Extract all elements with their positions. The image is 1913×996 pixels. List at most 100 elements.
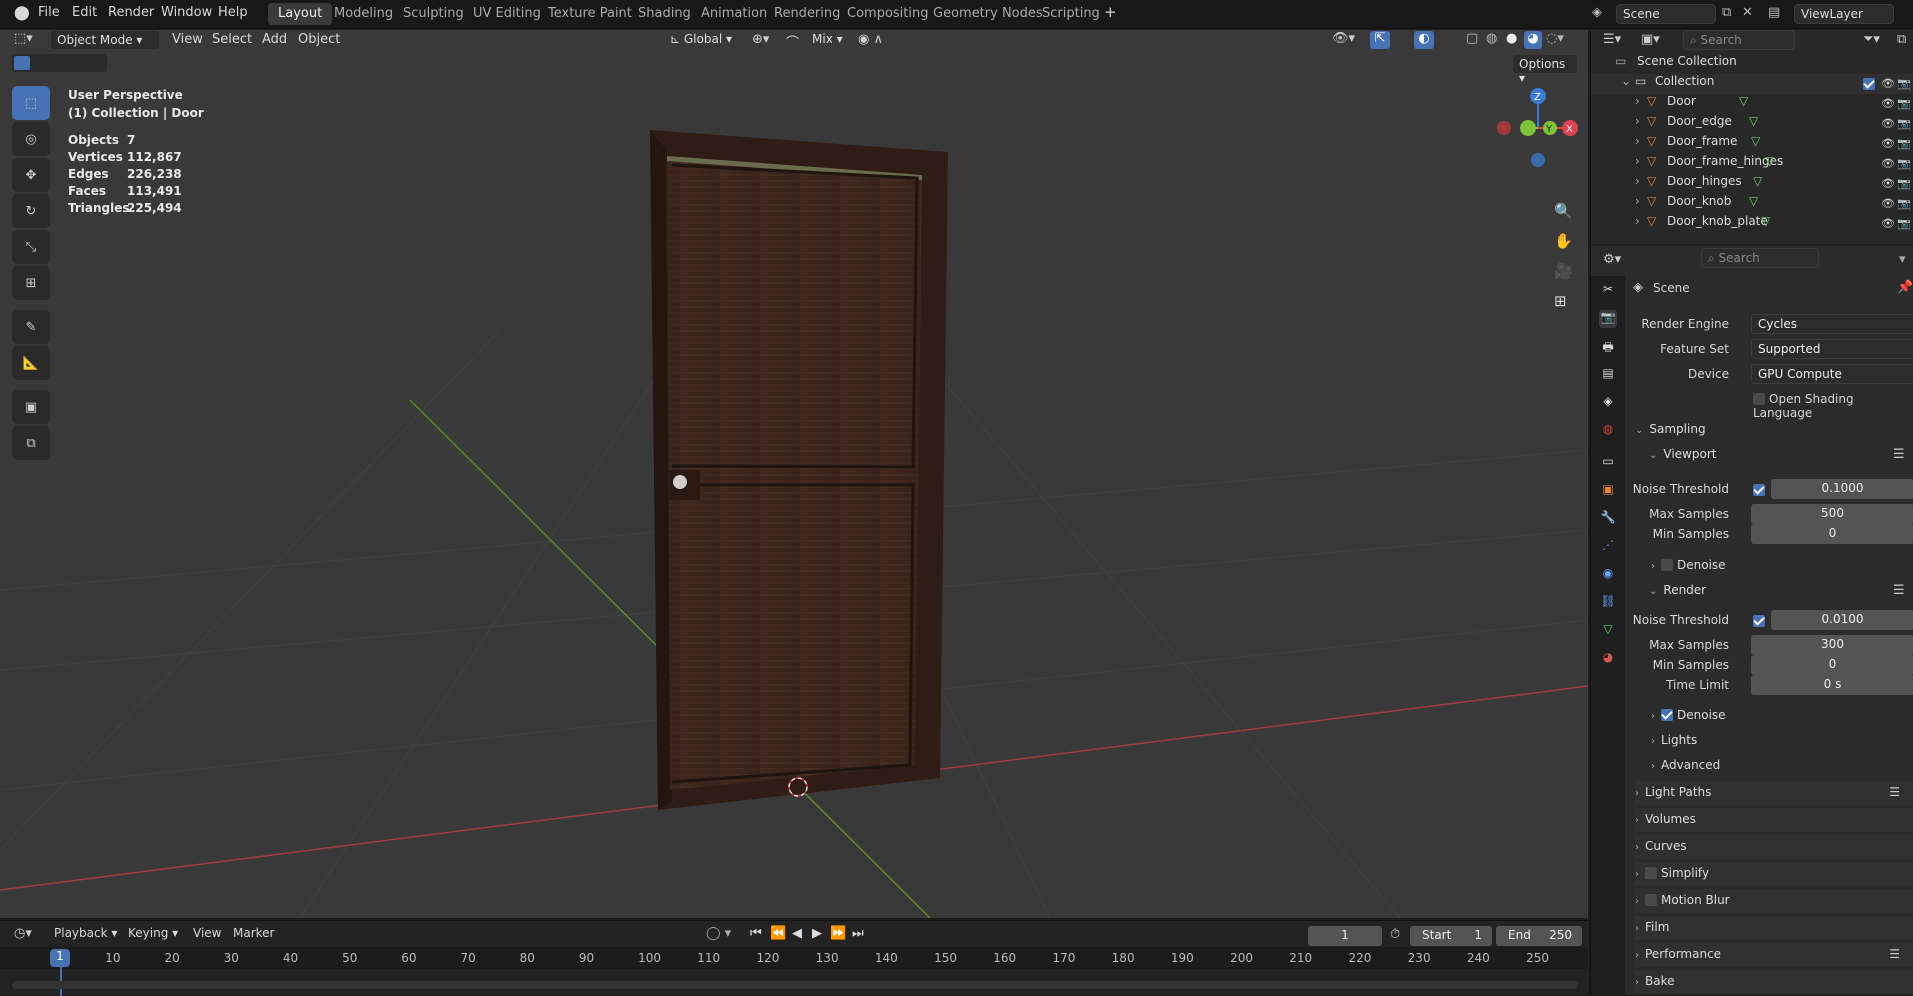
expand-icon[interactable]: › [1635,154,1640,168]
measure-tool-icon[interactable]: 📐 [12,346,50,380]
start-frame-field[interactable]: Start 1 [1410,926,1492,946]
viewport-menu-view[interactable]: View [172,32,203,47]
panel-bake[interactable]: › Bake [1635,970,1913,994]
viewport-menu-select[interactable]: Select [212,32,252,47]
play-reverse-icon[interactable]: ◀ [792,926,802,941]
mesh-data-icon[interactable]: ▽ [1739,94,1748,108]
eye-icon[interactable]: 👁 [1881,197,1895,210]
outliner-item[interactable]: › ▽ Door ▽ 👁 📷 [1591,94,1913,114]
scene-name-field[interactable]: Scene [1616,4,1716,24]
properties-editor-type-icon[interactable]: ⚙▾ [1603,252,1621,267]
subpanel-viewport[interactable]: ⌄ Viewport [1649,443,1913,467]
transform-orientation-dropdown[interactable]: ⊾ Global ▾ [664,30,744,50]
outliner-search-input[interactable]: ⌕ Search [1683,30,1795,50]
panel-volumes[interactable]: › Volumes [1635,808,1913,832]
timeline-scrollbar[interactable] [12,981,1578,989]
timeline-menu-marker[interactable]: Marker [233,926,274,940]
viewport-menu-object[interactable]: Object [298,32,340,47]
add-workspace-button[interactable]: + [1104,3,1117,21]
mesh-data-icon[interactable]: ▽ [1749,194,1758,208]
timeline-menu-playback[interactable]: Playback ▾ [54,926,117,940]
tab-sculpting[interactable]: Sculpting [393,3,474,25]
menu-help[interactable]: Help [218,5,248,20]
wireframe-shading-icon[interactable]: ◍ [1486,31,1497,46]
time-limit-field[interactable]: 0 s [1751,675,1913,695]
viewport-noise-field[interactable]: 0.1000 [1771,479,1913,499]
expand-icon[interactable]: › [1635,134,1640,148]
eye-icon[interactable]: 👁 [1881,137,1895,150]
solid-shading-icon[interactable]: ● [1506,31,1517,46]
filter-icon[interactable]: ⏷▾ [1863,32,1880,47]
panel-simplify[interactable]: › Simplify [1635,862,1913,886]
material-shading-icon[interactable]: ◕ [1524,31,1542,49]
collection-tab-icon[interactable]: ▭ [1599,454,1617,472]
gizmo-toggle-icon[interactable]: ⇱ [1370,31,1390,49]
menu-file[interactable]: File [38,5,60,20]
feature-set-dropdown[interactable]: Supported [1751,339,1913,359]
door-object[interactable] [650,130,948,810]
snap-mode-dropdown[interactable]: Mix ▾ [806,30,850,50]
outliner-item[interactable]: › ▽ Door_knob ▽ 👁 📷 [1591,194,1913,214]
viewport-min-samples-field[interactable]: 0 [1751,524,1913,544]
menu-window[interactable]: Window [161,5,212,20]
modifier-tab-icon[interactable]: 🔧 [1599,510,1617,528]
render-noise-field[interactable]: 0.0100 [1771,610,1913,630]
scene-selector-icon[interactable]: ◈ [1592,5,1602,20]
subpanel-render-denoise[interactable]: › Denoise [1651,704,1913,728]
next-keyframe-icon[interactable]: ⏩ [830,926,846,941]
visibility-icon[interactable]: 👁▾ [1332,31,1355,46]
camera-view-icon[interactable]: 🎥 [1554,262,1573,280]
timeline-menu-view[interactable]: View [193,926,221,940]
device-dropdown[interactable]: GPU Compute [1751,364,1913,384]
door-knob[interactable] [673,475,687,489]
panel-motion-blur[interactable]: › Motion Blur [1635,889,1913,913]
constraints-tab-icon[interactable]: ⛓ [1599,594,1617,612]
tab-modeling[interactable]: Modeling [324,3,403,25]
material-tab-icon[interactable]: ◕ [1599,650,1617,668]
eye-icon[interactable]: 👁 [1881,117,1895,130]
subpanel-viewport-denoise[interactable]: › Denoise [1651,554,1913,578]
annotate-tool-icon[interactable]: ✎ [12,310,50,344]
expand-icon[interactable]: › [1635,194,1640,208]
end-frame-field[interactable]: End 250 [1496,926,1582,946]
scale-tool-icon[interactable]: ⤡ [12,230,50,264]
tab-shading[interactable]: Shading [628,3,701,25]
viewport-noise-checkbox[interactable] [1753,483,1769,498]
eye-icon[interactable]: 👁 [1881,177,1895,190]
tab-layout[interactable]: Layout [268,3,333,25]
playhead[interactable]: 1 [50,949,70,967]
outliner-item[interactable]: › ▽ Door_hinges ▽ 👁 📷 [1591,174,1913,194]
select-tool-icon[interactable]: ⬚ [12,86,50,120]
preview-range-icon[interactable]: ⏱ [1390,927,1400,942]
render-visibility-icon[interactable]: 📷 [1897,137,1911,150]
eye-icon[interactable]: 👁 [1881,97,1895,110]
object-tab-icon[interactable]: ▣ [1599,482,1617,500]
cursor-tool-icon[interactable]: ◎ [12,122,50,156]
outliner-item[interactable]: › ▽ Door_knob_plate ▽ 👁 📷 [1591,214,1913,234]
play-icon[interactable]: ▶ [812,926,822,941]
tool-tab-icon[interactable]: ✂ [1599,282,1617,300]
world-tab-icon[interactable]: ◍ [1599,422,1617,440]
select-box-icon[interactable] [14,56,30,70]
editor-type-icon[interactable]: ⬚▾ [14,31,33,46]
display-mode-icon[interactable]: ▣▾ [1641,32,1660,47]
output-tab-icon[interactable]: 🖶 [1599,338,1617,356]
render-tab-icon[interactable]: 📷 [1599,310,1617,328]
panel-film[interactable]: › Film [1635,916,1913,940]
properties-search-input[interactable]: ⌕ Search [1701,248,1819,268]
viewport-menu-add[interactable]: Add [262,32,287,47]
render-min-samples-field[interactable]: 0 [1751,655,1913,675]
view-layer-icon[interactable]: ▤ [1768,5,1780,20]
new-collection-icon[interactable]: ⧉ [1897,32,1906,47]
render-visibility-icon[interactable]: 📷 [1897,197,1911,210]
mesh-data-icon[interactable]: ▽ [1751,134,1760,148]
scene-tab-icon[interactable]: ◈ [1599,394,1617,412]
timeline-menu-keying[interactable]: Keying ▾ [128,926,178,940]
expand-icon[interactable]: › [1635,94,1640,108]
render-visibility-icon[interactable]: 📷 [1897,117,1911,130]
expand-icon[interactable]: › [1635,214,1640,228]
render-noise-checkbox[interactable] [1753,614,1769,629]
outliner-item[interactable]: › ▽ Door_edge ▽ 👁 📷 [1591,114,1913,134]
rendered-shading-icon[interactable]: ◌▾ [1546,31,1564,46]
menu-render[interactable]: Render [108,5,154,20]
